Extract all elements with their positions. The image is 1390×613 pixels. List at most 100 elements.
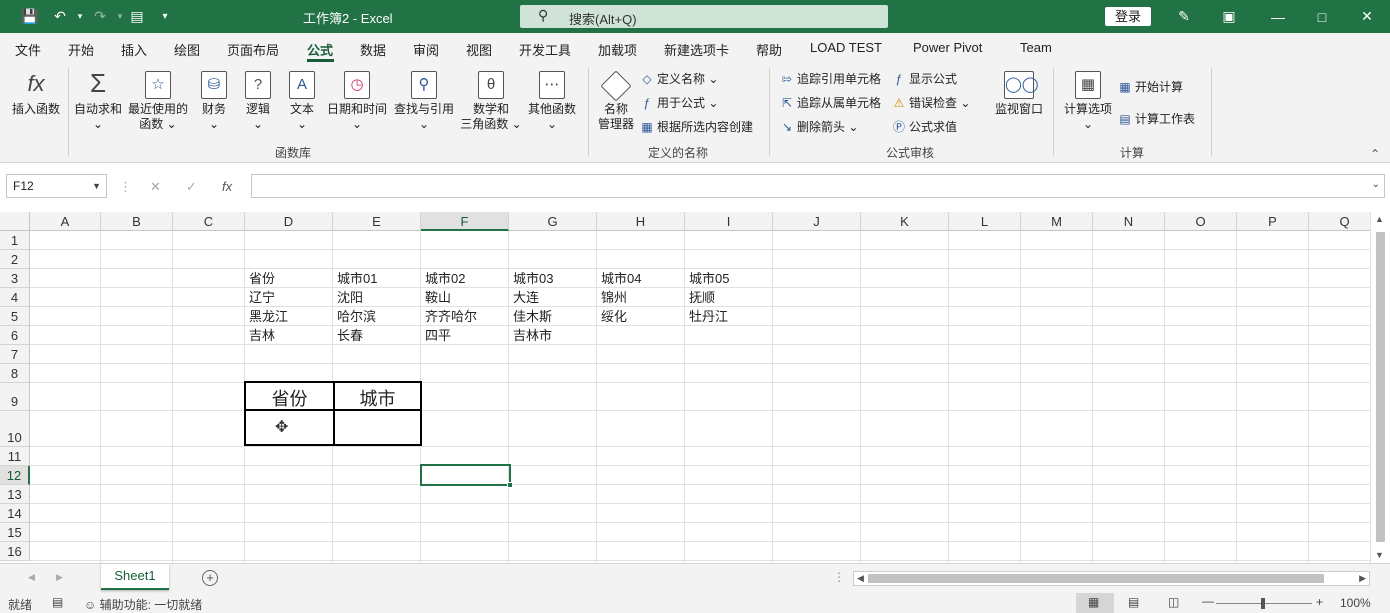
collapse-ribbon-icon[interactable]: ⌃ (1370, 147, 1380, 161)
cell-I3[interactable]: 城市05 (686, 269, 729, 288)
insert-function-button[interactable]: fx 插入函数 (8, 71, 64, 117)
expand-formula-icon[interactable]: ⌄ (1372, 179, 1380, 190)
zoom-slider-thumb[interactable] (1261, 598, 1265, 609)
maximize-button[interactable]: □ (1299, 0, 1345, 33)
cell-G3[interactable]: 城市03 (510, 269, 553, 288)
fill-handle[interactable] (507, 482, 513, 488)
evaluate-formula-button[interactable]: Ⓟ 公式求值 (892, 119, 957, 135)
column-header-L[interactable]: L (949, 212, 1021, 231)
zoom-out-icon[interactable]: — (1202, 594, 1214, 608)
cell-D9[interactable]: 省份 (246, 385, 333, 411)
normal-view-button[interactable]: ▦ (1076, 593, 1114, 613)
tab-draw[interactable]: 绘图 (174, 40, 200, 59)
datetime-button[interactable]: ◷ 日期和时间 ⌄ (326, 71, 388, 132)
cell-E6[interactable]: 长春 (334, 326, 363, 345)
cell-F4[interactable]: 鞍山 (422, 288, 451, 307)
row-header-13[interactable]: 13 (0, 485, 30, 504)
save-icon[interactable]: 💾 (20, 6, 40, 26)
more-functions-button[interactable]: ⋯ 其他函数 ⌄ (526, 71, 578, 132)
cell-E9[interactable]: 城市 (335, 385, 420, 411)
page-break-view-icon[interactable]: ◫ (1168, 595, 1179, 609)
row-header-12[interactable]: 12 (0, 466, 30, 485)
column-header-A[interactable]: A (30, 212, 101, 231)
cell-E3[interactable]: 城市01 (334, 269, 377, 288)
column-header-K[interactable]: K (861, 212, 949, 231)
accessibility-status[interactable]: ☺ 辅助功能: 一切就绪 (84, 596, 202, 613)
tab-power-pivot[interactable]: Power Pivot (913, 40, 982, 55)
column-header-I[interactable]: I (685, 212, 773, 231)
scroll-left-icon[interactable]: ◀ (857, 573, 864, 584)
cell-F3[interactable]: 城市02 (422, 269, 465, 288)
page-layout-view-icon[interactable]: ▤ (1128, 595, 1139, 609)
close-button[interactable]: ✕ (1344, 0, 1390, 33)
cell-I4[interactable]: 抚顺 (686, 288, 715, 307)
tab-insert[interactable]: 插入 (121, 40, 147, 59)
cell-F6[interactable]: 四平 (422, 326, 451, 345)
next-sheet-icon[interactable]: ▶ (56, 572, 63, 583)
cell-F5[interactable]: 齐齐哈尔 (422, 307, 477, 326)
tab-home[interactable]: 开始 (68, 40, 94, 59)
undo-icon[interactable]: ↶ (50, 6, 70, 26)
row-header-4[interactable]: 4 (0, 288, 30, 307)
column-header-B[interactable]: B (101, 212, 173, 231)
name-box[interactable]: F12 ▼ (6, 174, 107, 198)
column-header-N[interactable]: N (1093, 212, 1165, 231)
column-header-M[interactable]: M (1021, 212, 1093, 231)
row-header-16[interactable]: 16 (0, 542, 30, 561)
select-all-corner[interactable] (0, 212, 30, 231)
cell-I5[interactable]: 牡丹江 (686, 307, 728, 326)
financial-button[interactable]: ⛁ 财务 ⌄ (196, 71, 232, 132)
row-header-1[interactable]: 1 (0, 231, 30, 250)
macro-record-icon[interactable]: ▤ (52, 595, 63, 609)
column-header-Q[interactable]: Q (1309, 212, 1370, 231)
search-box[interactable]: ⚲ 搜索(Alt+Q) (520, 5, 888, 28)
row-header-3[interactable]: 3 (0, 269, 30, 288)
column-header-O[interactable]: O (1165, 212, 1237, 231)
row-header-5[interactable]: 5 (0, 307, 30, 326)
text-button[interactable]: A 文本 ⌄ (284, 71, 320, 132)
cell-H4[interactable]: 锦州 (598, 288, 627, 307)
hscroll-thumb[interactable] (868, 574, 1324, 583)
split-handle-icon[interactable]: ⋮ (833, 570, 845, 584)
lookup-button[interactable]: ⚲ 查找与引用 ⌄ (392, 71, 456, 132)
insert-function-icon[interactable]: fx (222, 179, 232, 194)
chevron-down-icon[interactable]: ▼ (92, 175, 101, 197)
prev-sheet-icon[interactable]: ◀ (28, 572, 35, 583)
selected-cell-F12[interactable] (420, 464, 511, 486)
column-header-H[interactable]: H (597, 212, 685, 231)
cell-H5[interactable]: 绥化 (598, 307, 627, 326)
tab-data[interactable]: 数据 (360, 40, 386, 59)
column-header-G[interactable]: G (509, 212, 597, 231)
scroll-right-icon[interactable]: ▶ (1359, 573, 1366, 584)
scroll-down-icon[interactable]: ▼ (1375, 550, 1384, 560)
cell-G4[interactable]: 大连 (510, 288, 539, 307)
watch-window-button[interactable]: ◯◯ 监视窗口 (992, 71, 1046, 117)
row-header-6[interactable]: 6 (0, 326, 30, 345)
vertical-scrollbar[interactable]: ▲ ▼ (1370, 212, 1390, 563)
name-manager-button[interactable]: 名称 管理器 (594, 70, 638, 132)
cell-D6[interactable]: 吉林 (246, 326, 275, 345)
column-header-J[interactable]: J (773, 212, 861, 231)
autosum-button[interactable]: Σ 自动求和 ⌄ (72, 70, 124, 132)
cell-E5[interactable]: 哈尔滨 (334, 307, 376, 326)
form-icon[interactable]: ▤ (127, 6, 147, 26)
formula-input[interactable]: ⌄ (251, 174, 1385, 198)
scroll-thumb[interactable] (1376, 232, 1385, 542)
tab-load-test[interactable]: LOAD TEST (810, 40, 882, 55)
horizontal-scrollbar[interactable]: ◀ ▶ (853, 571, 1370, 586)
cell-D4[interactable]: 辽宁 (246, 288, 275, 307)
column-header-D[interactable]: D (245, 212, 333, 231)
cell-D5[interactable]: 黑龙江 (246, 307, 288, 326)
math-button[interactable]: θ 数学和 三角函数 ⌄ (460, 71, 522, 132)
row-header-9[interactable]: 9 (0, 383, 30, 411)
tab-page-layout[interactable]: 页面布局 (227, 40, 279, 59)
customize-toolbar-icon[interactable]: ▾ (155, 6, 175, 26)
tab-new[interactable]: 新建选项卡 (664, 40, 729, 59)
cell-G5[interactable]: 佳木斯 (510, 307, 552, 326)
error-checking-button[interactable]: ⚠ 错误检查 ⌄ (892, 95, 971, 111)
cell-D3[interactable]: 省份 (246, 269, 275, 288)
trace-dependents-button[interactable]: ⇱ 追踪从属单元格 (780, 95, 881, 111)
column-header-C[interactable]: C (173, 212, 245, 231)
tab-team[interactable]: Team (1020, 40, 1052, 55)
calc-now-button[interactable]: ▦ 开始计算 (1118, 79, 1183, 95)
